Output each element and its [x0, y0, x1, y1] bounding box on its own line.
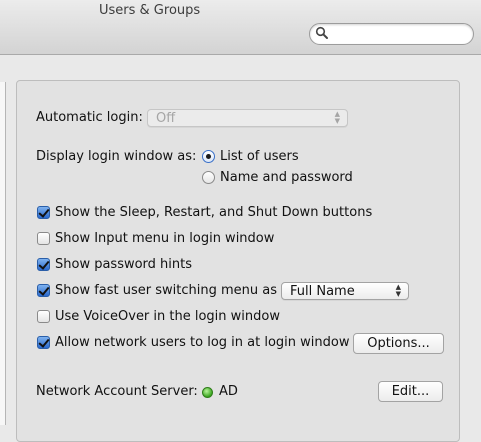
- fast-user-switching-popup[interactable]: Full Name ▲ ▼: [281, 282, 409, 300]
- checkbox-show-password-hints[interactable]: [37, 258, 50, 271]
- window-title: Users & Groups: [99, 3, 201, 18]
- search-field[interactable]: [309, 23, 474, 45]
- automatic-login-value: Off: [156, 111, 176, 126]
- options-button[interactable]: Options...: [353, 333, 444, 354]
- checkbox-show-input-menu[interactable]: [37, 232, 50, 245]
- popup-arrows-icon: ▲ ▼: [395, 283, 401, 298]
- checkbox-fast-user-switching[interactable]: [37, 284, 50, 297]
- checkbox-fast-user-switching-label[interactable]: Show fast user switching menu as: [55, 283, 277, 299]
- automatic-login-label: Automatic login:: [36, 110, 143, 125]
- users-list-panel[interactable]: [0, 82, 6, 425]
- checkbox-use-voiceover[interactable]: [37, 310, 50, 323]
- display-login-window-label: Display login window as:: [36, 149, 197, 164]
- window-toolbar: Users & Groups: [0, 0, 481, 55]
- checkbox-allow-network-users-label[interactable]: Allow network users to log in at login w…: [55, 335, 349, 351]
- checkbox-show-password-hints-label[interactable]: Show password hints: [55, 257, 192, 273]
- radio-name-and-password[interactable]: [202, 171, 215, 184]
- checkbox-allow-network-users[interactable]: [37, 336, 50, 349]
- search-icon: [315, 26, 329, 44]
- checkbox-use-voiceover-label[interactable]: Use VoiceOver in the login window: [55, 309, 280, 325]
- checkbox-show-sleep-restart-shutdown[interactable]: [37, 206, 50, 219]
- checkbox-show-sleep-restart-shutdown-label[interactable]: Show the Sleep, Restart, and Shut Down b…: [55, 205, 372, 221]
- search-input[interactable]: [334, 25, 466, 41]
- radio-name-and-password-label[interactable]: Name and password: [220, 170, 353, 186]
- fast-user-switching-value: Full Name: [290, 284, 355, 299]
- checkbox-show-input-menu-label[interactable]: Show Input menu in login window: [55, 231, 274, 247]
- popup-arrows-icon: ▲ ▼: [334, 110, 340, 125]
- radio-list-of-users-label[interactable]: List of users: [220, 149, 299, 165]
- network-account-server-value: AD: [219, 384, 238, 399]
- status-indicator-icon: [202, 387, 213, 398]
- network-account-server-label: Network Account Server:: [36, 384, 198, 399]
- edit-button[interactable]: Edit...: [378, 381, 443, 402]
- automatic-login-popup[interactable]: Off ▲ ▼: [147, 109, 348, 127]
- radio-list-of-users[interactable]: [202, 150, 215, 163]
